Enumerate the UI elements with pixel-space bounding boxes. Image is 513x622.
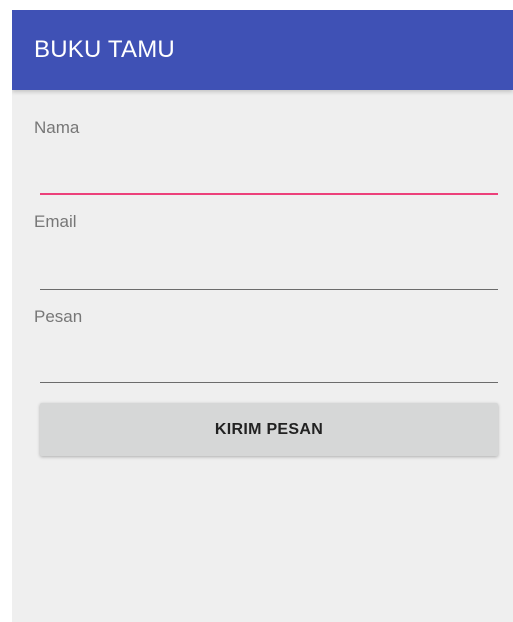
app-screen: BUKU TAMU Nama Email Pesan KIRIM PESAN [12, 10, 513, 622]
name-label: Nama [34, 118, 80, 137]
message-label: Pesan [34, 307, 83, 326]
name-field[interactable] [40, 156, 498, 195]
message-field[interactable] [40, 344, 498, 383]
app-bar: BUKU TAMU [12, 10, 513, 90]
email-field[interactable] [40, 251, 498, 290]
email-label: Email [34, 212, 77, 231]
send-message-button[interactable]: KIRIM PESAN [40, 403, 498, 456]
app-title: BUKU TAMU [34, 36, 175, 63]
